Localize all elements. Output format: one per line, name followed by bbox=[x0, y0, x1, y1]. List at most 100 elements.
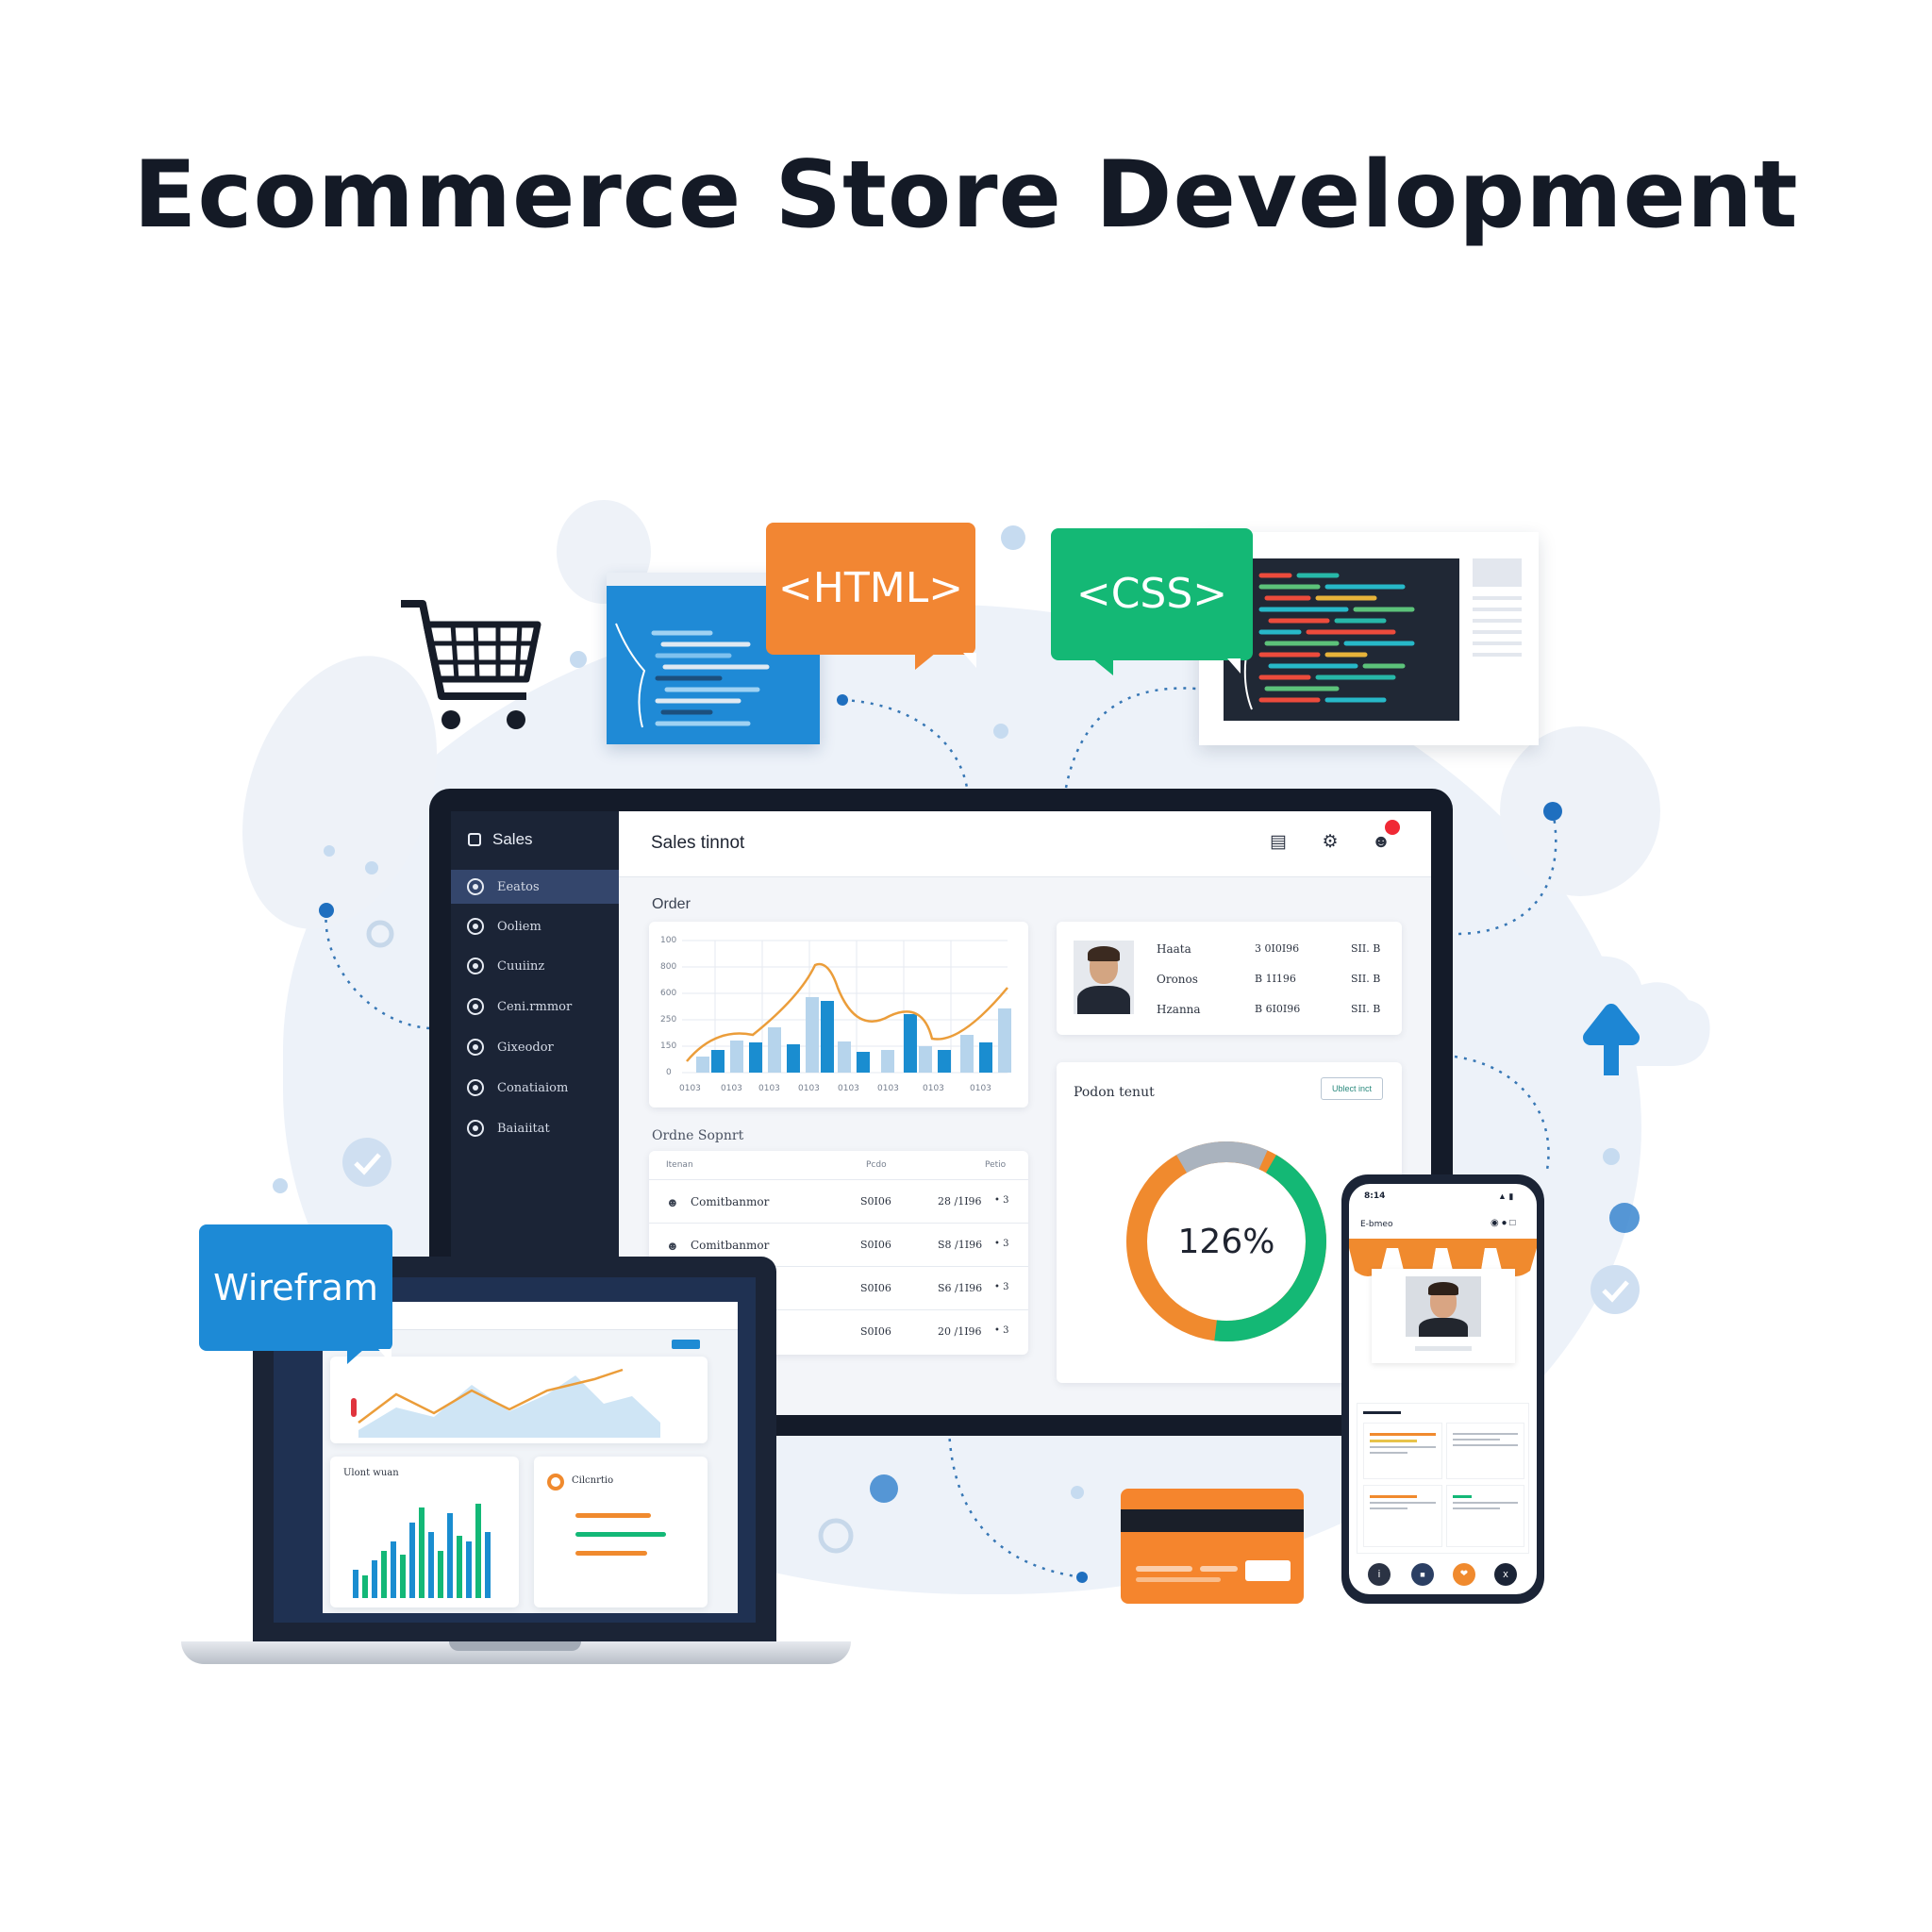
cloud-upload-icon bbox=[1516, 956, 1710, 1075]
status-ring-icon bbox=[547, 1474, 564, 1491]
row-value: 20 /1I96 bbox=[938, 1325, 982, 1338]
x-tick: 0103 bbox=[923, 1084, 944, 1093]
laptop-card-title: Ulont wuan bbox=[343, 1468, 399, 1478]
calendar-icon[interactable]: ▤ bbox=[1268, 832, 1289, 853]
sales-chart bbox=[682, 940, 1011, 1074]
y-tick: 100 bbox=[660, 936, 677, 945]
table-header: Pcdo bbox=[866, 1160, 887, 1170]
row-mark: • 3 bbox=[994, 1239, 1009, 1249]
phone-status-time: 8:14 bbox=[1364, 1191, 1386, 1201]
product-card-button-label: Ublect inct bbox=[1331, 1084, 1373, 1093]
phone-nav-3[interactable]: ❤ bbox=[1453, 1563, 1475, 1586]
x-tick: 0103 bbox=[679, 1084, 701, 1093]
customer-name: Hzanna bbox=[1157, 1003, 1201, 1016]
sales-chart-card: 100 800 600 250 150 0 0103 0103 0103 010… bbox=[649, 922, 1028, 1108]
row-value: S8 /1I96 bbox=[938, 1239, 983, 1251]
close-icon: x bbox=[1503, 1569, 1508, 1580]
css-bubble-tail bbox=[1092, 658, 1113, 675]
user-icon: ☻ bbox=[666, 1239, 679, 1253]
row-name: Comitbanmor bbox=[691, 1239, 770, 1252]
laptop-line-chart bbox=[351, 1368, 660, 1438]
row-value: 28 /1I96 bbox=[938, 1195, 982, 1208]
row-id: S0I06 bbox=[860, 1195, 891, 1208]
laptop-line-chart-card bbox=[330, 1357, 708, 1443]
orders-table-label: Ordne Sopnrt bbox=[652, 1128, 744, 1143]
user-icon: ☻ bbox=[666, 1195, 679, 1209]
notification-badge bbox=[1385, 820, 1400, 835]
sidebar-item-7[interactable]: Baiaiitat bbox=[451, 1111, 619, 1145]
row-value: S6 /1I96 bbox=[938, 1282, 983, 1294]
css-bubble: <CSS> bbox=[1051, 528, 1253, 674]
y-tick: 250 bbox=[660, 1015, 677, 1024]
phone-list-card bbox=[1357, 1403, 1529, 1554]
x-tick: 0103 bbox=[758, 1084, 780, 1093]
product-card-button[interactable]: Ublect inct bbox=[1321, 1077, 1383, 1100]
laptop-button[interactable] bbox=[672, 1340, 700, 1349]
y-tick: 0 bbox=[666, 1068, 672, 1077]
globe-icon bbox=[467, 1039, 484, 1056]
table-header: Petio bbox=[985, 1160, 1007, 1170]
customer-value: B 1I196 bbox=[1255, 973, 1296, 985]
row-mark: • 3 bbox=[994, 1195, 1009, 1206]
table-header: Itenan bbox=[666, 1160, 693, 1170]
sidebar-item-label: Cuuiinz bbox=[497, 958, 545, 974]
wireframe-bubble-label: Wirefram bbox=[213, 1267, 378, 1308]
sidebar-item-label: Baiaiitat bbox=[497, 1121, 550, 1136]
customer-name: Oronos bbox=[1157, 973, 1198, 986]
x-tick: 0103 bbox=[838, 1084, 859, 1093]
customer-value: B 6I0I96 bbox=[1255, 1003, 1301, 1015]
customer-tail: SII. B bbox=[1351, 942, 1381, 955]
table-row[interactable]: ☻ Comitbanmor S0I06 28 /1I96 • 3 bbox=[649, 1179, 1028, 1223]
sidebar-header[interactable]: Sales bbox=[468, 830, 533, 849]
sidebar-item-6[interactable]: Conatiaiom bbox=[451, 1071, 619, 1105]
sidebar-header-label: Sales bbox=[492, 830, 533, 848]
customer-card: Haata 3 0I0I96 SII. B Oronos B 1I196 SII… bbox=[1057, 922, 1402, 1035]
laptop-summary-card: Cilcnrtio bbox=[534, 1457, 708, 1607]
heart-icon: ❤ bbox=[1459, 1569, 1469, 1579]
css-bubble-label: <CSS> bbox=[1075, 570, 1228, 618]
page-title: Ecommerce Store Development bbox=[133, 142, 1799, 249]
x-tick: 0103 bbox=[721, 1084, 742, 1093]
x-tick: 0103 bbox=[970, 1084, 991, 1093]
x-tick: 0103 bbox=[798, 1084, 820, 1093]
profile-avatar bbox=[1406, 1276, 1481, 1337]
phone-nav-1[interactable]: i bbox=[1368, 1563, 1391, 1586]
user-icon[interactable]: ☻ bbox=[1371, 832, 1391, 853]
store-icon: ■ bbox=[1420, 1570, 1425, 1579]
shopping-cart-icon bbox=[401, 600, 541, 729]
wireframe-bubble-tail bbox=[347, 1349, 364, 1364]
sidebar-item-1[interactable]: Eeatos bbox=[451, 870, 619, 904]
laptop-card-title: Cilcnrtio bbox=[572, 1475, 614, 1486]
orders-icon bbox=[467, 918, 484, 935]
html-bubble: <HTML> bbox=[766, 523, 977, 668]
phone-header-icons[interactable]: ◉ ● □ bbox=[1491, 1218, 1515, 1228]
customer-name: Haata bbox=[1157, 942, 1191, 956]
dashboard-icon bbox=[467, 878, 484, 895]
phone-nav-4[interactable]: x bbox=[1494, 1563, 1517, 1586]
sidebar-item-5[interactable]: Gixeodor bbox=[451, 1030, 619, 1064]
info-icon: i bbox=[1377, 1569, 1381, 1580]
phone-nav-2[interactable]: ■ bbox=[1411, 1563, 1434, 1586]
html-bubble-label: <HTML> bbox=[777, 564, 964, 612]
sidebar-item-4[interactable]: Ceni.rmmor bbox=[451, 990, 619, 1024]
sidebar-item-label: Ooliem bbox=[497, 919, 541, 934]
phone-profile-card bbox=[1372, 1269, 1515, 1363]
topbar: Sales tinnot ▤ ⚙ ☻ bbox=[619, 811, 1431, 877]
section-order-label: Order bbox=[652, 896, 691, 912]
sidebar-item-label: Eeatos bbox=[497, 879, 540, 894]
topbar-title: Sales tinnot bbox=[651, 833, 745, 853]
laptop-bar-chart bbox=[353, 1504, 491, 1598]
customer-tail: SII. B bbox=[1351, 973, 1381, 985]
row-id: S0I06 bbox=[860, 1282, 891, 1294]
signal-icon: ▲ ▮ bbox=[1498, 1191, 1514, 1201]
sidebar-item-3[interactable]: Cuuiinz bbox=[451, 949, 619, 983]
smartphone: 8:14 ▲ ▮ E-bmeo ◉ ● □ i ■ ❤ x bbox=[1341, 1174, 1544, 1604]
sidebar-item-2[interactable]: Ooliem bbox=[451, 909, 619, 943]
row-name: Comitbanmor bbox=[691, 1195, 770, 1208]
laptop-bar-chart-card: Ulont wuan bbox=[330, 1457, 519, 1607]
gear-icon[interactable]: ⚙ bbox=[1320, 832, 1341, 853]
sidebar-item-label: Gixeodor bbox=[497, 1040, 554, 1055]
row-mark: • 3 bbox=[994, 1282, 1009, 1292]
x-tick: 0103 bbox=[877, 1084, 899, 1093]
customer-value: 3 0I0I96 bbox=[1255, 942, 1300, 955]
